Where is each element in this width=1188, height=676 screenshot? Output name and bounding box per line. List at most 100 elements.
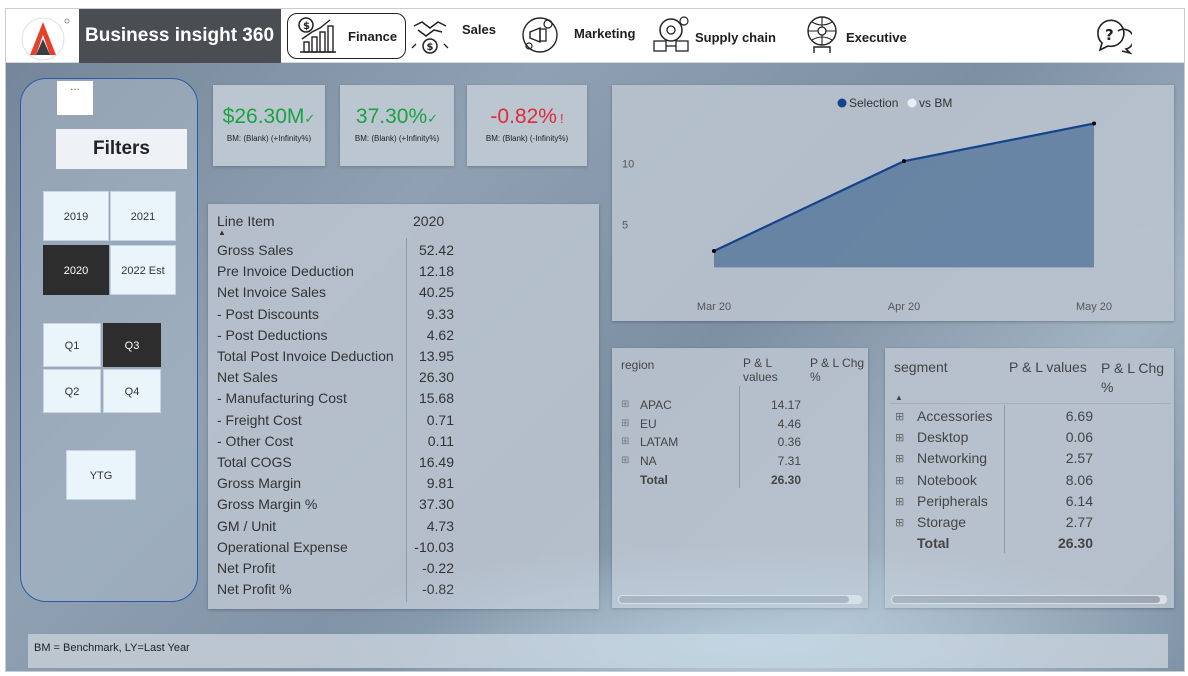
pl-col-year[interactable]: 2020: [413, 213, 444, 229]
year-2020-chip[interactable]: 2020: [43, 245, 109, 295]
pl-row-label: Net Invoice Sales: [217, 284, 326, 301]
expand-plus-icon[interactable]: ⊞: [621, 418, 629, 429]
pl-row-label: Gross Margin: [217, 475, 302, 492]
pl-row: Gross Margin 9.81: [208, 473, 599, 494]
region-pl-values-header[interactable]: P & L values: [743, 356, 783, 384]
pl-row-value: 16.49: [418, 454, 454, 470]
nav-sales[interactable]: $ Sales: [410, 13, 496, 59]
executive-icon: [802, 14, 842, 59]
help-chat-icon[interactable]: ?: [1094, 17, 1135, 55]
brand-logo-icon: [14, 13, 76, 61]
segment-pl-values-header[interactable]: P & L values: [1009, 359, 1087, 375]
expand-plus-icon[interactable]: ⊞: [621, 436, 629, 447]
dashboard-canvas: ... Filters 2019 2021 2020 2022 Est Q1 Q…: [6, 63, 1184, 671]
nav-sales-label: Sales: [462, 21, 496, 37]
selection-area-fill: [714, 123, 1094, 268]
pl-row-value: 0.11: [427, 432, 454, 449]
net-sales-trend-chart: Selection vs BM 5 10 Mar 20 Apr 20 May 20: [612, 85, 1174, 321]
region-row-value: 4.46: [777, 416, 801, 431]
y-tick-label: 10: [622, 159, 634, 171]
pl-row-value: 9.81: [426, 475, 454, 492]
kpi-gross-margin-card: 37.30%✓ BM: (Blank) (+Infinity%): [340, 85, 454, 166]
segment-table: segment P & L values P & L Chg % ▲ ⊞ Acce…: [885, 348, 1174, 608]
filters-title: Filters: [56, 129, 187, 169]
segment-row-value: 6.69: [1065, 408, 1093, 424]
pl-row: Gross Sales 52.42: [208, 240, 599, 261]
pl-row: Net Sales 26.30: [208, 367, 599, 388]
pl-row-value: 9.33: [426, 305, 454, 322]
quarter-q4-chip[interactable]: Q4: [103, 369, 161, 413]
area-chart-svg: Selection vs BM 5 10 Mar 20 Apr 20 May 20: [622, 96, 1157, 313]
region-total-label: Total: [640, 472, 668, 487]
top-nav-bar: Business insight 360 $ Finance $ Sales M…: [6, 9, 1184, 63]
footnote-legend: BM = Benchmark, LY=Last Year: [28, 634, 1168, 668]
expand-plus-icon[interactable]: ⊞: [895, 431, 904, 444]
expand-plus-icon[interactable]: ⊞: [895, 516, 904, 529]
segment-pl-chg-header[interactable]: P & L Chg %: [1101, 359, 1171, 397]
pl-row: - Post Discounts 9.33: [208, 304, 599, 325]
kpi-gross-margin-value: 37.30%✓: [355, 105, 439, 128]
region-col-header[interactable]: region: [621, 358, 654, 372]
region-table: region P & L values P & L Chg % ⊞ APAC 14.…: [612, 348, 868, 608]
pl-row-value: 12.18: [418, 263, 454, 280]
pl-row-label: Gross Sales: [217, 242, 294, 258]
quarter-q2-chip[interactable]: Q2: [43, 369, 101, 413]
year-2019-chip[interactable]: 2019: [43, 191, 109, 241]
pl-row-label: Net Sales: [217, 369, 278, 386]
expand-plus-icon[interactable]: ⊞: [621, 455, 629, 466]
kpi-net-sales-value: $26.30M✓: [222, 105, 316, 128]
quarter-q3-chip[interactable]: Q3: [103, 323, 161, 367]
pl-row: Total COGS 16.49: [208, 452, 599, 473]
svg-text:$: $: [303, 21, 310, 32]
sort-up-icon[interactable]: ▲: [895, 393, 903, 402]
pl-row-value: -10.03: [414, 538, 454, 555]
check-icon: ✓: [427, 111, 439, 126]
sort-up-icon[interactable]: ▲: [218, 228, 226, 237]
pl-row-value: 13.95: [418, 348, 454, 364]
segment-row-label: Networking: [917, 450, 988, 467]
more-options-button[interactable]: ...: [57, 80, 93, 115]
pl-row-label: - Post Discounts: [217, 305, 319, 322]
nav-executive-label: Executive: [846, 29, 907, 45]
svg-text:$: $: [427, 42, 434, 53]
expand-plus-icon[interactable]: ⊞: [621, 399, 629, 410]
segment-row-label: Notebook: [917, 471, 977, 488]
year-2022-est-chip[interactable]: 2022 Est: [110, 245, 176, 295]
nav-executive[interactable]: Executive: [802, 13, 907, 59]
expand-plus-icon[interactable]: ⊞: [895, 495, 904, 508]
segment-row-value: 2.77: [1065, 514, 1093, 530]
nav-marketing[interactable]: Marketing: [518, 13, 635, 59]
expand-plus-icon[interactable]: ⊞: [895, 410, 904, 423]
nav-supply-chain[interactable]: Supply chain: [649, 13, 776, 59]
region-pl-chg-header[interactable]: P & L Chg %: [810, 356, 866, 384]
expand-plus-icon[interactable]: ⊞: [895, 452, 904, 465]
segment-total-label: Total: [917, 535, 950, 552]
segment-row-label: Accessories: [917, 408, 993, 424]
app-title: Business insight 360: [79, 9, 281, 63]
region-total-value: 26.30: [770, 472, 801, 487]
app-window: Business insight 360 $ Finance $ Sales M…: [5, 8, 1185, 672]
kpi-net-sales-card: $26.30M✓ BM: (Blank) (+Infinity%): [213, 85, 325, 166]
pl-row-value: 4.73: [426, 517, 454, 534]
legend-benchmark-marker: [907, 98, 917, 108]
svg-text:?: ?: [1105, 26, 1114, 44]
scrollbar-thumb[interactable]: [892, 596, 1160, 603]
segment-col-header[interactable]: segment: [894, 359, 948, 375]
year-2021-chip[interactable]: 2021: [110, 191, 176, 241]
pl-row-value: 4.62: [426, 326, 454, 343]
horizontal-scrollbar[interactable]: [618, 595, 862, 604]
horizontal-scrollbar[interactable]: [891, 595, 1167, 604]
pl-row: - Post Deductions 4.62: [208, 325, 599, 346]
y-tick-label: 5: [622, 219, 628, 231]
region-row-value: 14.17: [770, 398, 801, 412]
expand-plus-icon[interactable]: ⊞: [895, 474, 904, 487]
header-divider: [890, 403, 1170, 404]
ytg-chip[interactable]: YTG: [66, 450, 136, 500]
pl-col-line-item[interactable]: Line Item: [217, 213, 275, 229]
pl-row: Operational Expense -10.03: [208, 537, 599, 558]
kpi-gross-margin-benchmark: BM: (Blank) (+Infinity%): [354, 134, 440, 143]
nav-finance[interactable]: $ Finance: [287, 13, 406, 59]
quarter-q1-chip[interactable]: Q1: [43, 323, 101, 367]
scrollbar-thumb[interactable]: [619, 596, 849, 603]
segment-row-value: 6.14: [1065, 492, 1093, 509]
